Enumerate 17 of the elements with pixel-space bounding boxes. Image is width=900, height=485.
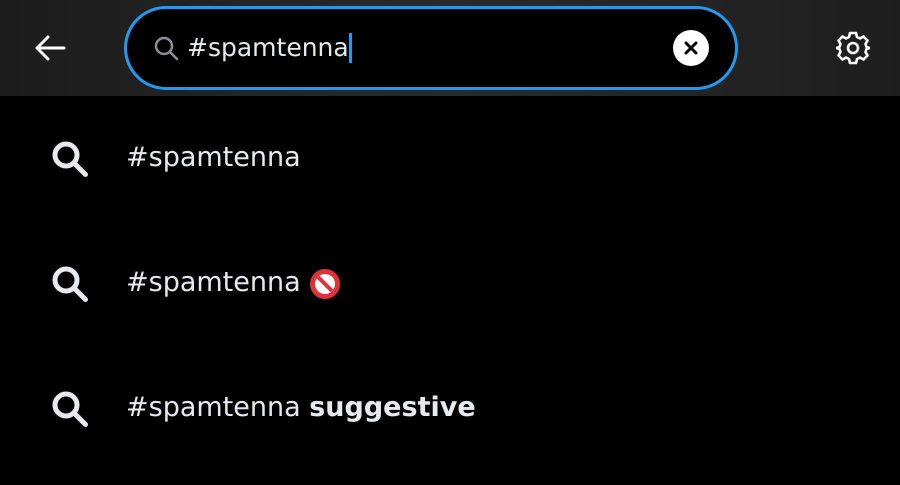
text-cursor: [348, 33, 352, 63]
suggestion-text: #spamtenna: [126, 266, 301, 300]
suggestion-text: #spamtenna: [126, 141, 301, 176]
search-icon: [50, 138, 90, 178]
settings-icon[interactable]: [836, 31, 870, 65]
suggestion-item[interactable]: #spamtenna: [0, 221, 900, 346]
search-text: #spamtenna: [187, 32, 349, 64]
close-icon: [684, 41, 698, 55]
suggestion-text: #spamtenna suggestive: [126, 391, 476, 426]
search-field[interactable]: #spamtenna: [124, 6, 738, 90]
back-arrow-icon[interactable]: [34, 35, 66, 61]
search-icon: [153, 35, 179, 61]
search-icon: [50, 264, 90, 304]
clear-button[interactable]: [673, 30, 709, 66]
search-icon: [50, 388, 90, 428]
suggestion-item[interactable]: #spamtenna: [0, 96, 900, 221]
suggestion-item[interactable]: #spamtenna suggestive: [0, 346, 900, 471]
